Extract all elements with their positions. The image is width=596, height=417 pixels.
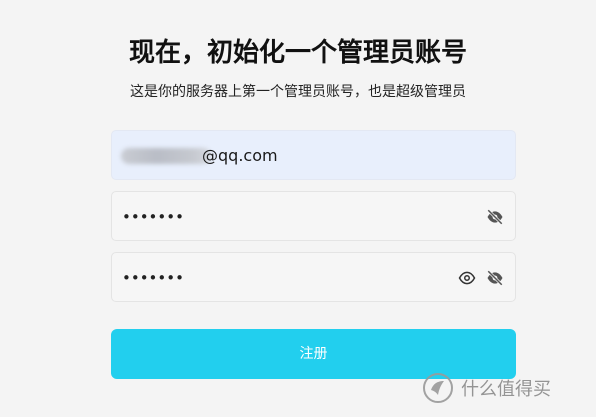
email-value: @qq.com (202, 146, 278, 165)
confirm-password-value: ••••••• (122, 269, 184, 287)
password-value: ••••••• (122, 208, 184, 226)
watermark: 什么值得买 (423, 371, 551, 405)
page-subtitle: 这是你的服务器上第一个管理员账号，也是超级管理员 (130, 84, 466, 100)
confirm-password-field[interactable]: ••••••• (111, 252, 516, 302)
watermark-text: 什么值得买 (461, 379, 551, 400)
email-field[interactable]: @qq.com (111, 130, 516, 180)
password-field[interactable]: ••••••• (111, 191, 516, 241)
smzdm-logo-icon (423, 373, 453, 403)
eye-icon[interactable] (458, 269, 476, 287)
page-title: 现在，初始化一个管理员账号 (128, 38, 467, 68)
eye-slash-icon[interactable] (486, 208, 504, 226)
eye-slash-icon[interactable] (486, 269, 504, 287)
email-redacted-part (121, 148, 211, 164)
